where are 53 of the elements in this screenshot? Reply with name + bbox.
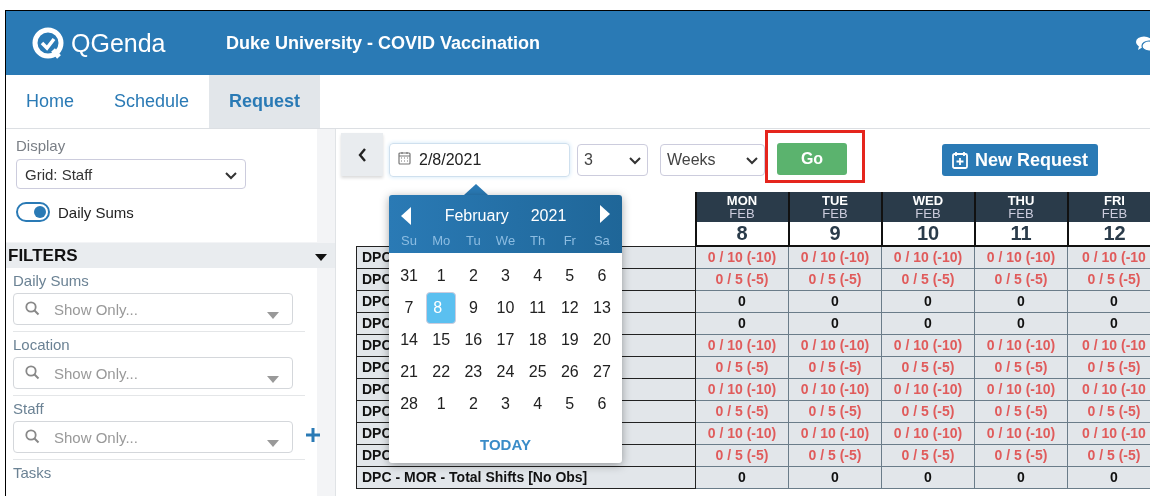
calendar-icon: [398, 151, 411, 165]
search-icon: [25, 365, 40, 380]
previous-month-icon[interactable]: [401, 207, 411, 225]
display-select[interactable]: Grid: Staff: [16, 159, 246, 189]
app-title: Duke University - COVID Vaccination: [226, 32, 541, 54]
date-number: 9: [788, 222, 882, 246]
toggle-label: Daily Sums: [58, 203, 134, 221]
day-header: WED FEB: [881, 192, 975, 222]
dropdown-caret-icon: [267, 440, 279, 447]
day-header: THU FEB: [974, 192, 1068, 222]
logo-text: QGenda: [71, 28, 166, 58]
section-title: FILTERS: [8, 245, 78, 266]
nav-tab[interactable]: Request: [209, 75, 321, 128]
search-icon: [25, 301, 40, 316]
chevron-down-icon: [225, 171, 237, 180]
filter-field[interactable]: Show Only...: [13, 357, 293, 389]
nav-tab[interactable]: Schedule: [94, 75, 210, 128]
day-header: MON FEB: [695, 192, 789, 222]
dropdown[interactable]: Weeks: [660, 144, 765, 176]
field-label: Display: [16, 137, 67, 154]
chevron-left-icon: [357, 147, 367, 162]
date-field[interactable]: 2/8/2021: [389, 143, 570, 177]
collapse-caret-icon[interactable]: [315, 253, 327, 261]
filter-field[interactable]: Show Only...: [13, 421, 293, 453]
chevron-down-icon: [629, 157, 641, 165]
filter-label: Daily Sums: [13, 271, 90, 289]
next-month-icon[interactable]: [600, 205, 610, 223]
toggle-switch[interactable]: [16, 202, 50, 222]
date-number: 8: [695, 222, 789, 246]
new-request-button[interactable]: New Request: [942, 144, 1099, 176]
add-icon[interactable]: [305, 427, 321, 443]
chat-icon[interactable]: [1136, 36, 1150, 52]
filter-label: Staff: [13, 399, 45, 417]
day-header: TUE FEB: [788, 192, 882, 222]
year-label[interactable]: 2021: [530, 207, 567, 225]
date-number: 12: [1067, 222, 1150, 246]
date-number: 10: [881, 222, 975, 246]
row-label: DPC - MOR - Total Shifts [No Obs]: [356, 466, 696, 488]
filter-label: Tasks: [13, 463, 53, 481]
day-header: FRI FEB: [1067, 192, 1150, 222]
search-icon: [25, 429, 40, 444]
dropdown[interactable]: 3: [577, 144, 648, 176]
collapse-sidebar-button[interactable]: [341, 133, 383, 176]
filter-field[interactable]: Show Only...: [13, 293, 293, 325]
logo-icon: [31, 26, 65, 60]
calendar-plus-icon: [952, 151, 968, 169]
dropdown-caret-icon: [267, 312, 279, 319]
date-number: 11: [974, 222, 1068, 246]
chevron-down-icon: [746, 157, 758, 165]
nav-tab[interactable]: Home: [6, 75, 94, 128]
month-label[interactable]: February: [444, 207, 509, 225]
dropdown-caret-icon: [267, 376, 279, 383]
filter-label: Location: [13, 335, 71, 353]
